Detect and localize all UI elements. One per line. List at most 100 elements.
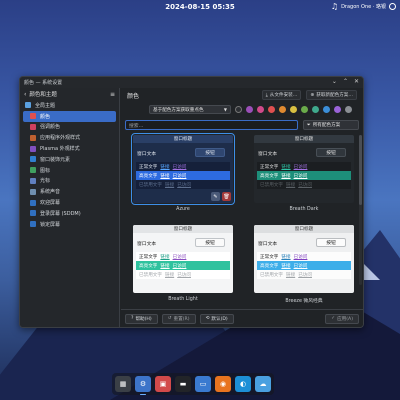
scheme-card-breath-light[interactable]: 窗口标题 窗口文本 按钮 正常文字 链接 已访问 高亮文字 链接 已访问 已禁用文字 链接… bbox=[133, 225, 233, 302]
maximize-button[interactable]: ⌃ bbox=[343, 78, 348, 85]
sidebar-item-5[interactable]: 窗口装饰元素 bbox=[20, 154, 119, 165]
minimize-button[interactable]: ⌄ bbox=[332, 78, 337, 85]
scheme-name: Breeze 微风经典 bbox=[285, 299, 323, 304]
accent-swatch[interactable] bbox=[345, 106, 352, 113]
scheme-filter-dropdown[interactable]: ⏷ 所有配色方案 bbox=[303, 120, 359, 130]
sidebar-item-icon bbox=[30, 177, 36, 184]
sidebar-item-4[interactable]: Plasma 外观样式 bbox=[20, 143, 119, 154]
preview-window-title: 窗口标题 bbox=[133, 135, 233, 143]
sidebar-item-8[interactable]: 系统声音 bbox=[20, 186, 119, 197]
sidebar-item-icon bbox=[30, 123, 36, 130]
scheme-card-breath-dark[interactable]: 窗口标题 窗口文本 按钮 正常文字 链接 已访问 高亮文字 链接 已访问 已禁用文字 链接… bbox=[254, 135, 354, 212]
sidebar-item-1[interactable]: 颜色 bbox=[23, 110, 116, 122]
sidebar-item-2[interactable]: 强调颜色 bbox=[20, 122, 119, 133]
filter-icon: ⏷ bbox=[307, 123, 311, 128]
music-icon[interactable]: ♫ bbox=[331, 2, 338, 11]
download-icon: ⤓ bbox=[265, 93, 268, 98]
sidebar-item-0[interactable]: 全局主题 bbox=[20, 100, 119, 111]
window-title: 颜色 — 系统设置 bbox=[24, 80, 63, 86]
sidebar-item-label: 强调颜色 bbox=[40, 124, 61, 131]
accent-swatch[interactable] bbox=[279, 106, 286, 113]
sidebar-item-icon bbox=[30, 188, 36, 195]
status-icon[interactable] bbox=[389, 3, 396, 10]
top-panel: 2024-08-15 05:35 ♫ Dragon One · 珞银 bbox=[0, 0, 400, 14]
firefox-icon[interactable]: ◉ bbox=[215, 376, 231, 392]
store-icon[interactable]: ▣ bbox=[155, 376, 171, 392]
sidebar-item-label: 锁定屏幕 bbox=[40, 221, 61, 228]
sidebar-item-7[interactable]: 光标 bbox=[20, 176, 119, 187]
close-button[interactable]: ✕ bbox=[354, 78, 359, 85]
install-from-file-button[interactable]: ⤓ 从文件安装… bbox=[261, 90, 302, 100]
scrollbar[interactable] bbox=[359, 135, 362, 285]
apply-button[interactable]: ✓ 应用(A) bbox=[325, 313, 359, 324]
search-input[interactable]: 搜索… bbox=[125, 120, 298, 130]
scheme-name: Breath Dark bbox=[289, 207, 319, 212]
sidebar-item-3[interactable]: 应用程序外观样式 bbox=[20, 132, 119, 143]
weather-icon[interactable]: ☁ bbox=[255, 376, 271, 392]
reset-button[interactable]: ↺ 重置(R) bbox=[161, 313, 196, 324]
scheme-grid: 窗口标题 窗口文本 按钮 正常文字 链接 已访问 高亮文字 链接 已访问 已禁用文字 链接… bbox=[125, 133, 355, 305]
accent-swatch[interactable] bbox=[290, 106, 297, 113]
accent-swatch[interactable] bbox=[312, 106, 319, 113]
system-tray: ♫ Dragon One · 珞银 bbox=[331, 2, 396, 11]
sidebar-item-11[interactable]: 锁定屏幕 bbox=[20, 219, 119, 230]
accent-swatch[interactable] bbox=[334, 106, 341, 113]
edge-icon[interactable]: ◐ bbox=[235, 376, 251, 392]
sidebar-header: ‹ 颜色和主题 ≡ bbox=[20, 88, 119, 100]
main-panel: 颜色 ⤓ 从文件安装… ⊕ 获取新配色方案… 基于配色方案获取重点色 ▼ 搜索… ⏷ … bbox=[121, 88, 363, 327]
desktop-switcher-icon[interactable]: ▦ bbox=[115, 376, 131, 392]
scheme-name: Azure bbox=[176, 207, 190, 212]
sidebar-item-label: 光标 bbox=[40, 178, 51, 185]
active-indicator bbox=[140, 393, 146, 395]
sidebar-item-icon bbox=[30, 167, 36, 174]
files-icon[interactable]: ▬ bbox=[175, 376, 191, 392]
dock: ▦ ⚙ ▣ ▬ ▭ ◉ ◐ ☁ bbox=[112, 373, 274, 395]
folder-icon[interactable]: ▭ bbox=[195, 376, 211, 392]
help-button[interactable]: ? 帮助(H) bbox=[125, 313, 158, 324]
search-placeholder: 搜索… bbox=[129, 123, 144, 129]
sidebar-item-6[interactable]: 图标 bbox=[20, 165, 119, 176]
accent-swatch[interactable] bbox=[257, 106, 264, 113]
accent-swatch[interactable] bbox=[235, 106, 242, 113]
sidebar-item-label: 登录屏幕 (SDDM) bbox=[40, 210, 81, 217]
accent-swatch[interactable] bbox=[301, 106, 308, 113]
sidebar-item-label: 欢迎屏幕 bbox=[40, 200, 61, 207]
sidebar-item-label: 颜色 bbox=[40, 113, 51, 120]
get-new-icon: ⊕ bbox=[310, 92, 315, 98]
sidebar-item-label: 图标 bbox=[40, 167, 51, 174]
accent-swatch[interactable] bbox=[246, 106, 253, 113]
sidebar-item-10[interactable]: 登录屏幕 (SDDM) bbox=[20, 208, 119, 219]
main-header: 颜色 ⤓ 从文件安装… ⊕ 获取新配色方案… bbox=[121, 88, 363, 102]
reset-icon: ↺ bbox=[167, 316, 172, 321]
settings-window: 颜色 — 系统设置 ⌄ ⌃ ✕ ‹ 颜色和主题 ≡ 全局主题 颜色 强调颜色 应用程序… bbox=[19, 76, 364, 328]
accent-swatches bbox=[235, 106, 352, 113]
accent-swatch[interactable] bbox=[268, 106, 275, 113]
search-row: 搜索… ⏷ 所有配色方案 bbox=[125, 120, 359, 130]
scheme-card-breeze-classic[interactable]: 窗口标题 窗口文本 按钮 正常文字 链接 已访问 高亮文字 链接 已访问 已禁用文字 链接… bbox=[254, 225, 354, 304]
settings-icon[interactable]: ⚙ bbox=[135, 376, 151, 395]
footer-bar: ? 帮助(H) ↺ 重置(R) ⟲ 默认(D) ✓ 应用(A) bbox=[121, 309, 363, 327]
sidebar-item-9[interactable]: 欢迎屏幕 bbox=[20, 197, 119, 208]
window-titlebar[interactable]: 颜色 — 系统设置 ⌄ ⌃ ✕ bbox=[20, 77, 363, 88]
accent-swatch[interactable] bbox=[323, 106, 330, 113]
help-icon: ? bbox=[131, 316, 134, 321]
sidebar-item-icon bbox=[30, 113, 36, 120]
hamburger-menu-icon[interactable]: ≡ bbox=[110, 91, 115, 98]
scheme-card-azure[interactable]: 窗口标题 窗口文本 按钮 正常文字 链接 已访问 高亮文字 链接 已访问 已禁用文字 链接… bbox=[131, 133, 235, 212]
sidebar: ‹ 颜色和主题 ≡ 全局主题颜色强调颜色 应用程序外观样式 Plasma 外观样式窗… bbox=[20, 88, 120, 327]
sidebar-item-icon bbox=[30, 221, 36, 228]
scheme-name: Breath Light bbox=[168, 297, 198, 302]
sidebar-item-icon bbox=[30, 199, 36, 206]
defaults-button[interactable]: ⟲ 默认(D) bbox=[199, 313, 234, 324]
get-new-schemes-button[interactable]: ⊕ 获取新配色方案… bbox=[306, 90, 357, 100]
page-title: 颜色 bbox=[127, 92, 140, 100]
delete-scheme-icon[interactable]: 🗑 bbox=[222, 192, 231, 201]
chevron-down-icon: ▼ bbox=[223, 107, 227, 112]
user-label[interactable]: Dragon One · 珞银 bbox=[341, 3, 386, 10]
edit-scheme-icon[interactable]: ✎ bbox=[211, 192, 220, 201]
back-icon[interactable]: ‹ bbox=[24, 91, 26, 98]
sidebar-item-label: 窗口装饰元素 bbox=[40, 156, 71, 163]
clock[interactable]: 2024-08-15 05:35 bbox=[165, 3, 235, 11]
sidebar-item-icon bbox=[30, 156, 36, 163]
accent-source-dropdown[interactable]: 基于配色方案获取重点色 ▼ bbox=[149, 105, 231, 114]
